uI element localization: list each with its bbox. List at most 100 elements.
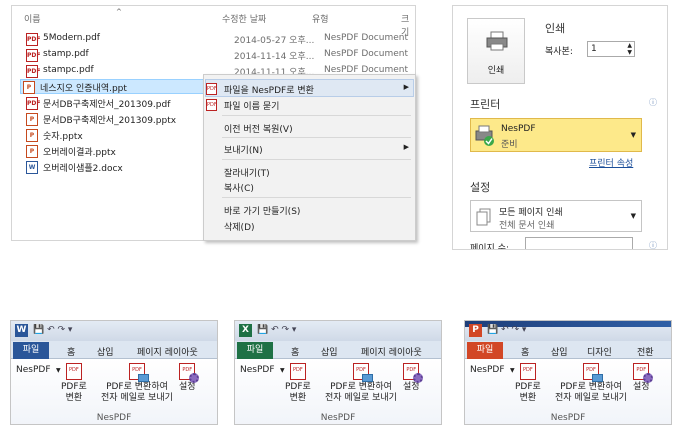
button-label: PDF로 변환하여 xyxy=(560,382,622,392)
tab-design[interactable]: 디자인 xyxy=(587,345,612,358)
file-name: 문서DB구축제안서_201309.pptx xyxy=(43,116,177,126)
menu-item-send-to[interactable]: 보내기(N) xyxy=(224,143,263,156)
spin-down-icon[interactable]: ▼ xyxy=(627,49,632,56)
pdf-file-icon: PDF xyxy=(26,33,40,46)
pdf-icon xyxy=(65,363,82,380)
quick-access-toolbar[interactable]: 💾 ↶ ↷ ▾ xyxy=(257,325,296,335)
button-label: PDF로 xyxy=(515,382,541,392)
pdf-file-icon: PDF xyxy=(26,97,40,110)
menu-item-ask-filename[interactable]: 파일 이름 묻기 xyxy=(224,99,279,112)
menu-item-create-shortcut[interactable]: 바로 가기 만들기(S) xyxy=(224,204,300,217)
pages-input[interactable] xyxy=(525,237,633,249)
convert-email-button[interactable]: PDF로 변환하여전자 메일로 보내기 xyxy=(555,363,627,404)
button-label: 변환 xyxy=(519,393,537,403)
tab-page-layout[interactable]: 페이지 레이아웃 xyxy=(361,345,422,358)
excel-app-icon: X xyxy=(239,324,252,337)
nespdf-dropdown[interactable]: NesPDF xyxy=(470,365,505,375)
printer-dropdown[interactable]: NesPDF 준비 ▼ xyxy=(470,118,642,152)
file-type: NesPDF Document xyxy=(324,33,408,43)
tab-file[interactable]: 파일 xyxy=(13,342,49,359)
print-range-dropdown[interactable]: 모든 페이지 인쇄 전체 문서 인쇄 ▼ xyxy=(470,200,642,232)
menu-divider xyxy=(222,137,411,138)
button-label: PDF로 xyxy=(61,382,87,392)
menu-divider xyxy=(222,197,411,198)
file-name: stamp.pdf xyxy=(43,49,89,59)
pdf-settings-icon xyxy=(633,363,654,383)
powerpoint-app-icon: P xyxy=(469,324,482,337)
pdf-file-icon: PDF xyxy=(26,65,40,78)
pdf-email-icon xyxy=(128,363,149,382)
nespdf-dropdown[interactable]: NesPDF xyxy=(16,365,51,375)
convert-pdf-button[interactable]: PDF로변환 xyxy=(515,363,541,404)
printer-icon xyxy=(486,31,508,51)
settings-button[interactable]: 설정 xyxy=(179,363,200,393)
column-header-type[interactable]: 유형 xyxy=(312,12,329,25)
tab-insert[interactable]: 삽입 xyxy=(551,345,568,358)
quick-access-toolbar[interactable]: 💾 ↶ ↷ ▾ xyxy=(33,325,72,335)
pdf-icon xyxy=(519,363,536,380)
menu-item-cut[interactable]: 잘라내기(T) xyxy=(224,166,270,179)
pdf-email-icon xyxy=(582,363,603,382)
tab-home[interactable]: 홈 xyxy=(291,345,299,358)
button-label: 전자 메일로 보내기 xyxy=(325,393,397,403)
info-icon[interactable]: ⓘ xyxy=(649,240,657,249)
ppt-file-icon: P xyxy=(23,81,35,94)
sort-ascending-icon: ^ xyxy=(116,8,122,16)
file-name: stampc.pdf xyxy=(43,65,94,75)
printer-heading: 프린터 xyxy=(470,98,501,111)
excel-ribbon: X 💾 ↶ ↷ ▾ 파일 홈 삽입 페이지 레이아웃 NesPDF ▼ PDF로… xyxy=(234,320,442,425)
tab-file[interactable]: 파일 xyxy=(467,342,503,359)
submenu-arrow-icon: ▶ xyxy=(403,83,409,91)
nespdf-dropdown[interactable]: NesPDF xyxy=(240,365,275,375)
tab-transitions[interactable]: 전환 xyxy=(637,345,654,358)
copies-spinner[interactable]: 1 ▲ ▼ xyxy=(587,41,635,57)
dropdown-arrow-icon: ▼ xyxy=(280,367,285,374)
tab-home[interactable]: 홈 xyxy=(521,345,529,358)
convert-email-button[interactable]: PDF로 변환하여전자 메일로 보내기 xyxy=(101,363,173,404)
context-menu: PDF 파일을 NesPDF로 변환 ▶ PDF 파일 이름 묻기 이전 버전 … xyxy=(203,74,416,241)
info-icon[interactable]: ⓘ xyxy=(649,97,657,108)
menu-item-copy[interactable]: 복사(C) xyxy=(224,181,254,194)
printer-status: 준비 xyxy=(501,140,518,150)
menu-item-delete[interactable]: 삭제(D) xyxy=(224,220,255,233)
column-header-name[interactable]: 이름 xyxy=(24,12,41,25)
file-row[interactable]: PDF 5Modern.pdf 2014-05-27 오후... NesPDF … xyxy=(24,32,408,47)
convert-email-button[interactable]: PDF로 변환하여전자 메일로 보내기 xyxy=(325,363,397,404)
tab-file[interactable]: 파일 xyxy=(237,342,273,359)
print-button[interactable]: 인쇄 xyxy=(467,18,525,84)
column-header-date[interactable]: 수정한 날짜 xyxy=(222,12,266,25)
convert-pdf-button[interactable]: PDF로변환 xyxy=(61,363,87,404)
group-label: NesPDF xyxy=(550,413,586,423)
print-title: 인쇄 xyxy=(545,22,566,35)
tab-page-layout[interactable]: 페이지 레이아웃 xyxy=(137,345,198,358)
printer-properties-link[interactable]: 프린터 속성 xyxy=(589,156,633,169)
word-ribbon: W 💾 ↶ ↷ ▾ 파일 홈 삽입 페이지 레이아웃 NesPDF ▼ PDF로… xyxy=(10,320,218,425)
settings-heading: 설정 xyxy=(470,181,491,194)
print-panel: 인쇄 인쇄 복사본: 1 ▲ ▼ 프린터 ⓘ NesPDF 준비 ▼ 프린터 속… xyxy=(452,5,668,250)
pdf-email-icon xyxy=(352,363,373,382)
menu-divider xyxy=(222,159,411,160)
menu-divider xyxy=(222,115,411,116)
tab-insert[interactable]: 삽입 xyxy=(321,345,338,358)
settings-button[interactable]: 설정 xyxy=(633,363,654,393)
quick-access-toolbar[interactable]: 💾 ↶ ↷ ▾ xyxy=(487,325,526,335)
pdf-icon xyxy=(289,363,306,380)
file-row[interactable]: PDF stamp.pdf 2014-11-14 오후... NesPDF Do… xyxy=(24,48,408,63)
file-name: 오버레이샘플2.docx xyxy=(43,164,123,174)
file-name: 오버레이결과.pptx xyxy=(43,148,116,158)
convert-pdf-button[interactable]: PDF로변환 xyxy=(285,363,311,404)
file-row-selected[interactable]: P 네스지오 인증내역.ppt xyxy=(20,79,210,94)
spin-up-icon[interactable]: ▲ xyxy=(627,42,632,49)
dropdown-arrow-icon: ▼ xyxy=(510,367,515,374)
tab-home[interactable]: 홈 xyxy=(67,345,75,358)
nespdf-icon: PDF xyxy=(206,99,217,111)
menu-item-restore[interactable]: 이전 버전 복원(V) xyxy=(224,122,293,135)
menu-item-convert-nespdf[interactable]: 파일을 NesPDF로 변환 xyxy=(224,83,314,96)
powerpoint-ribbon: P 💾 ↶ ↷ ▾ 파일 홈 삽입 디자인 전환 NesPDF ▼ PDF로변환… xyxy=(464,320,672,425)
tab-insert[interactable]: 삽입 xyxy=(97,345,114,358)
button-label: 전자 메일로 보내기 xyxy=(101,393,173,403)
group-label: NesPDF xyxy=(96,413,132,423)
printer-icon xyxy=(475,125,494,146)
settings-button[interactable]: 설정 xyxy=(403,363,424,393)
pdf-file-icon: PDF xyxy=(26,49,40,62)
